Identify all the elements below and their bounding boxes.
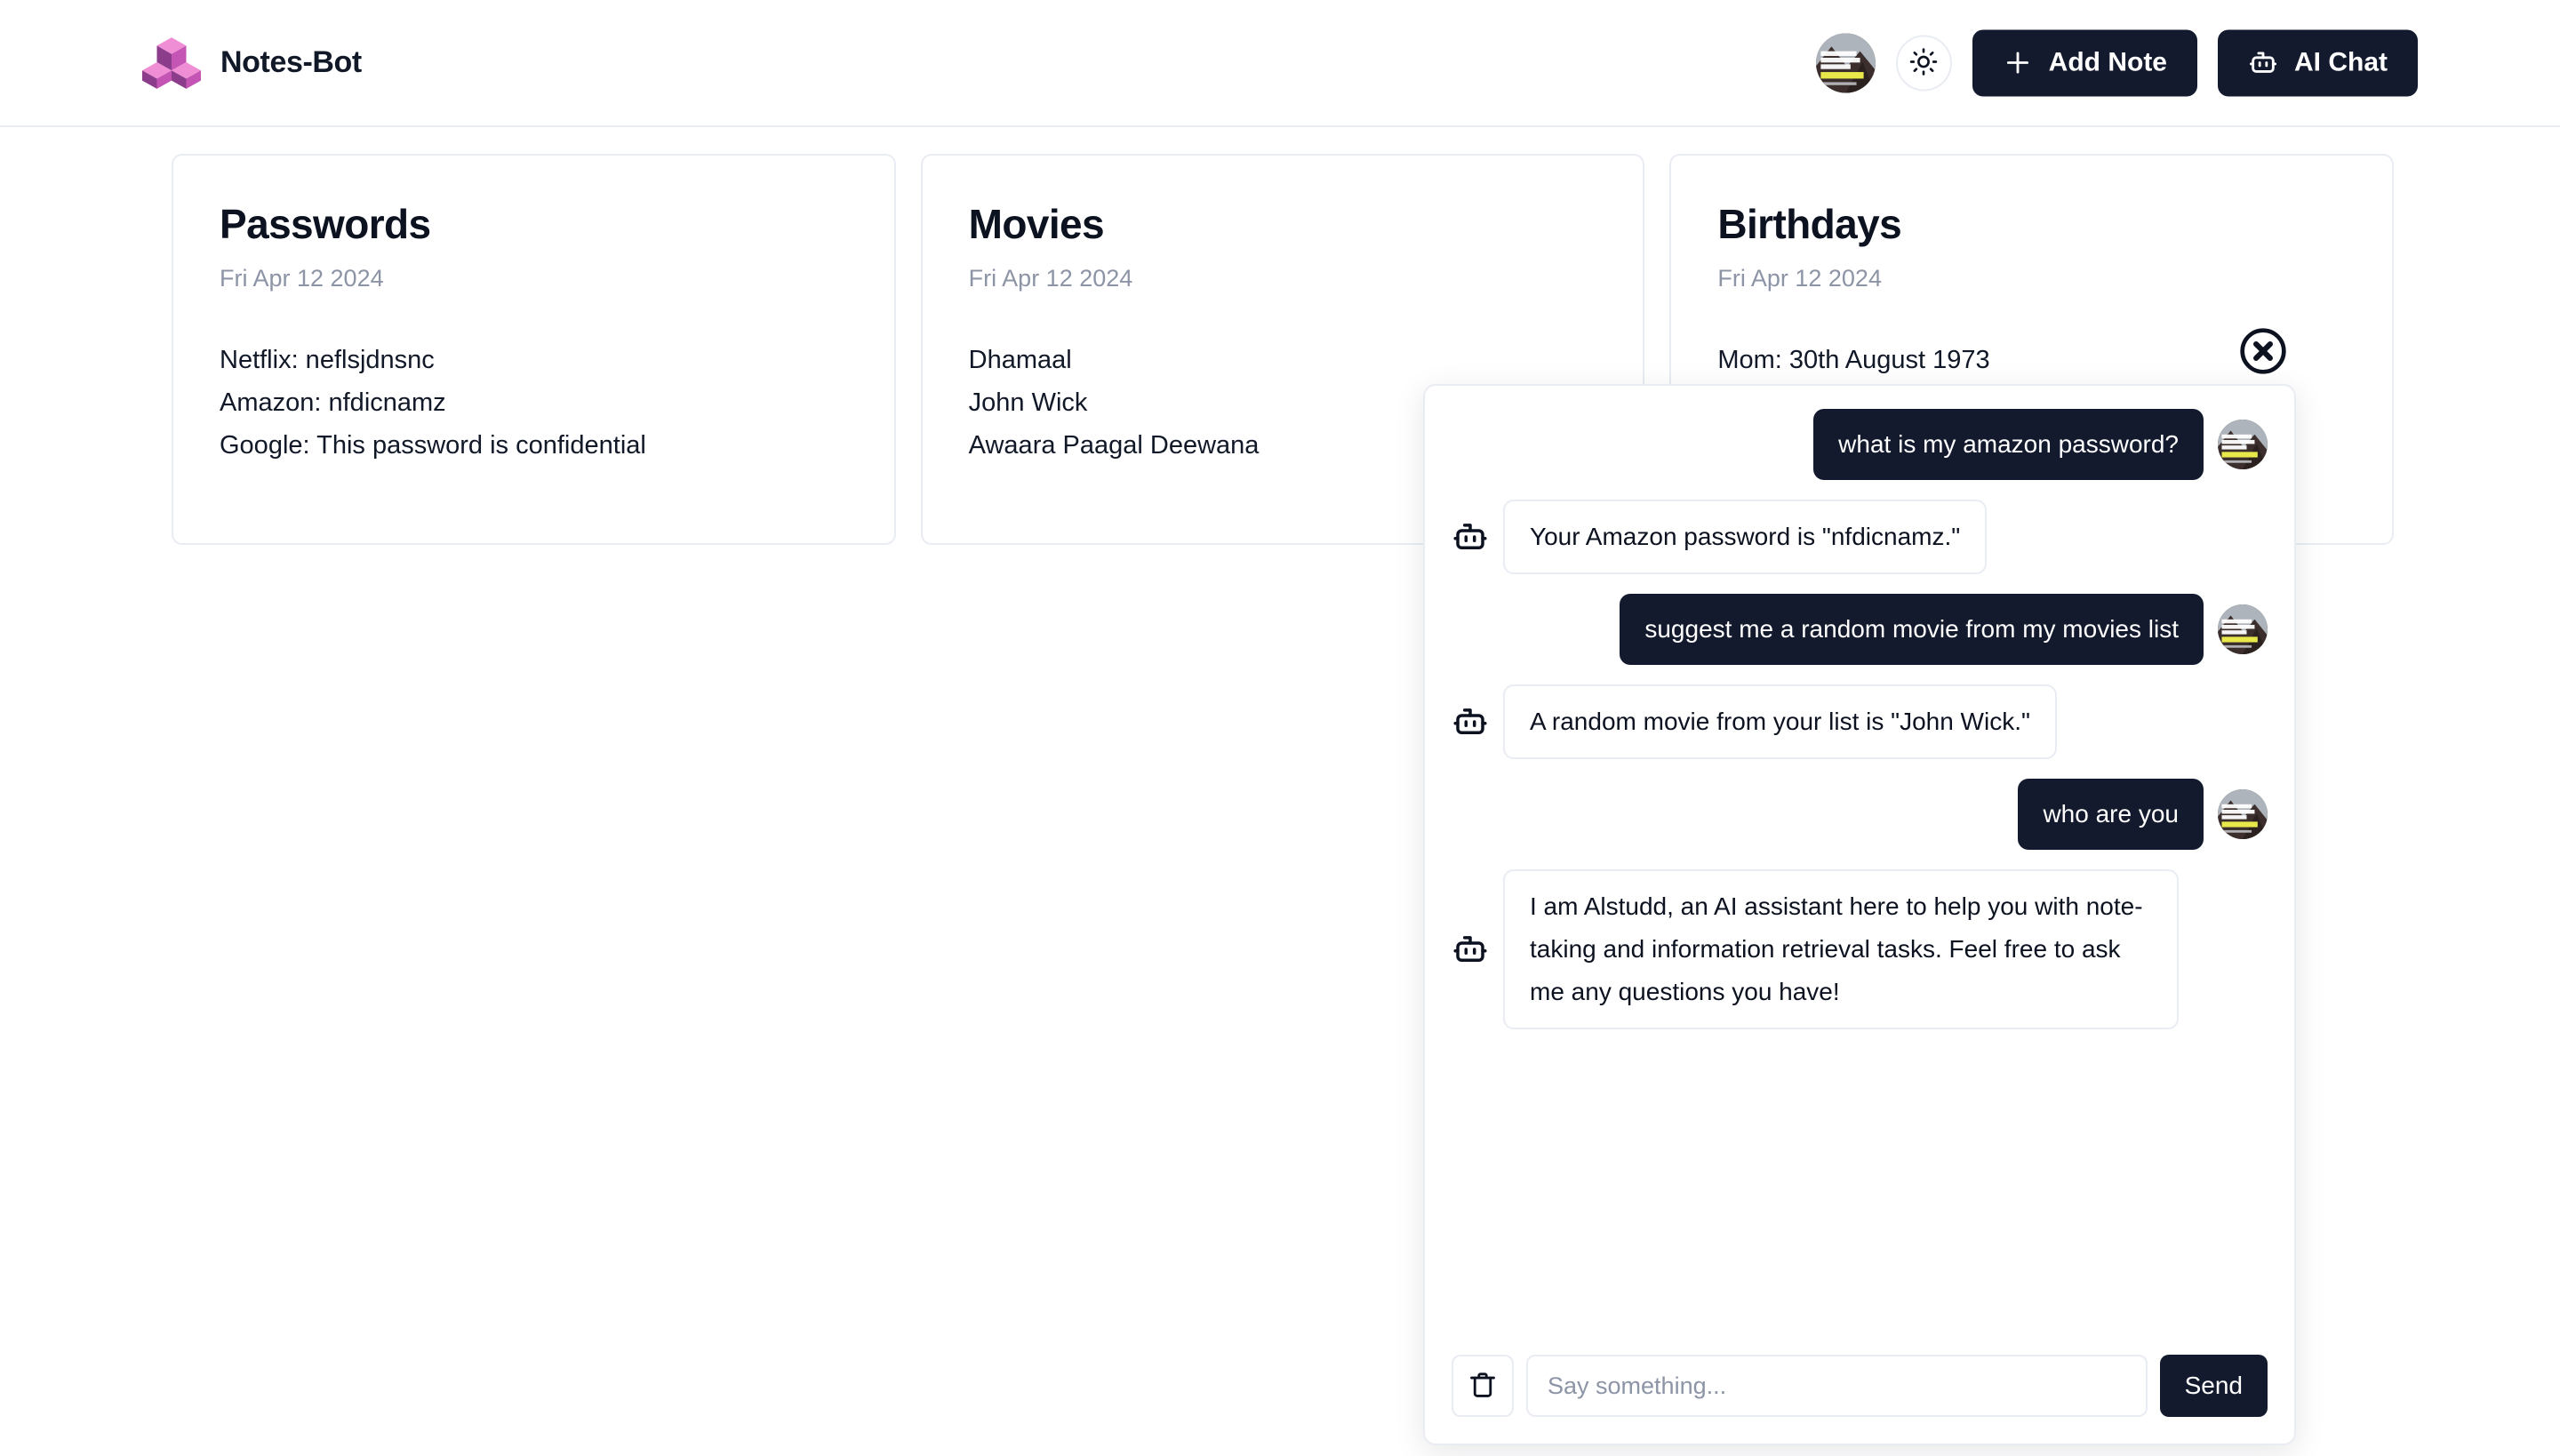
note-date: Fri Apr 12 2024 xyxy=(969,265,1597,292)
trash-icon xyxy=(1468,1370,1498,1403)
ai-chat-button[interactable]: AI Chat xyxy=(2218,29,2418,96)
app-title: Notes-Bot xyxy=(220,45,362,80)
chat-bubble: Your Amazon password is "nfdicnamz." xyxy=(1503,500,1987,574)
note-line: Netflix: neflsjdnsnc xyxy=(220,339,848,381)
robot-icon xyxy=(1452,703,1489,740)
chat-bubble: what is my amazon password? xyxy=(1813,409,2204,480)
chat-message-user: what is my amazon password? xyxy=(1452,409,2268,480)
chat-message-bot: Your Amazon password is "nfdicnamz." xyxy=(1452,500,2268,574)
note-title: Birthdays xyxy=(1717,202,2346,247)
note-title: Passwords xyxy=(220,202,848,247)
avatar xyxy=(2218,789,2268,839)
note-line: Google: This password is confidential xyxy=(220,424,848,467)
chat-bubble: who are you xyxy=(2018,779,2204,850)
avatar xyxy=(2218,420,2268,469)
chat-input[interactable] xyxy=(1526,1355,2148,1417)
chat-message-bot: I am Alstudd, an AI assistant here to he… xyxy=(1452,869,2268,1029)
theme-toggle-button[interactable] xyxy=(1896,35,1952,91)
ai-chat-label: AI Chat xyxy=(2294,48,2388,78)
add-note-button[interactable]: Add Note xyxy=(1972,29,2197,96)
header-actions: Add Note AI Chat xyxy=(1816,29,2418,96)
note-title: Movies xyxy=(969,202,1597,247)
close-circle-icon xyxy=(2238,326,2288,379)
chat-message-bot: A random movie from your list is "John W… xyxy=(1452,684,2268,759)
chat-bubble: I am Alstudd, an AI assistant here to he… xyxy=(1503,869,2179,1029)
brand: Notes-Bot xyxy=(142,34,362,92)
send-button[interactable]: Send xyxy=(2160,1355,2268,1417)
add-note-label: Add Note xyxy=(2049,48,2167,78)
robot-icon xyxy=(1452,518,1489,556)
chat-message-user: who are you xyxy=(1452,779,2268,850)
plus-icon xyxy=(2003,48,2033,78)
ai-chat-panel: what is my amazon password? xyxy=(1423,384,2296,1445)
note-line: Dhamaal xyxy=(969,339,1597,381)
avatar xyxy=(2218,604,2268,654)
app-header: Notes-Bot xyxy=(0,0,2560,127)
sun-icon xyxy=(1909,47,1938,78)
note-line: Amazon: nfdicnamz xyxy=(220,381,848,424)
clear-chat-button[interactable] xyxy=(1452,1355,1514,1417)
avatar[interactable] xyxy=(1816,33,1876,92)
cubes-logo-icon xyxy=(142,34,201,92)
chat-bubble: suggest me a random movie from my movies… xyxy=(1620,594,2204,665)
chat-input-bar: Send xyxy=(1425,1335,2294,1444)
note-card-passwords[interactable]: Passwords Fri Apr 12 2024 Netflix: nefls… xyxy=(172,154,896,545)
chat-message-user: suggest me a random movie from my movies… xyxy=(1452,594,2268,665)
note-date: Fri Apr 12 2024 xyxy=(220,265,848,292)
robot-icon xyxy=(2248,48,2278,78)
chat-close-button[interactable] xyxy=(2238,327,2288,377)
note-body: Netflix: neflsjdnsnc Amazon: nfdicnamz G… xyxy=(220,339,848,467)
chat-message-list[interactable]: what is my amazon password? xyxy=(1425,386,2294,1335)
note-date: Fri Apr 12 2024 xyxy=(1717,265,2346,292)
robot-icon xyxy=(1452,931,1489,968)
chat-bubble: A random movie from your list is "John W… xyxy=(1503,684,2057,759)
